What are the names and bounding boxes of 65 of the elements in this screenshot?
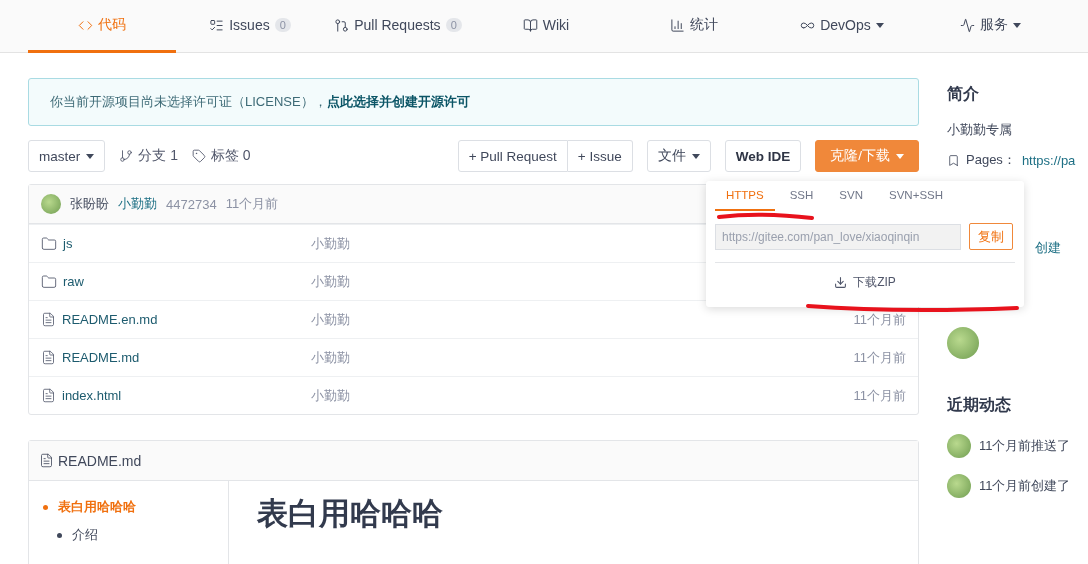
caret-icon — [896, 153, 904, 159]
download-icon — [834, 276, 848, 289]
sidebar-title: 简介 — [947, 84, 980, 104]
file-icon — [41, 350, 56, 365]
branch-count[interactable]: 分支 1 — [138, 147, 178, 165]
caret-icon — [86, 153, 95, 159]
branch-dropdown[interactable]: master — [28, 140, 106, 172]
new-pull-request-button[interactable]: + Pull Request — [457, 140, 568, 172]
create-link[interactable]: 创建 — [1035, 240, 1061, 255]
nav-tab[interactable]: DevOps — [768, 0, 916, 53]
list-icon — [209, 17, 225, 33]
license-notice: 你当前开源项目尚未选择许可证（LICENSE），点此选择并创建开源许可 — [28, 78, 919, 126]
caret-icon — [691, 153, 700, 159]
nav-tab[interactable]: 服务 — [916, 0, 1064, 53]
file-name[interactable]: index.html — [62, 388, 122, 403]
file-icon — [41, 388, 56, 403]
pulse-icon — [959, 17, 975, 33]
download-zip-button[interactable]: 下载ZIP — [715, 262, 1015, 302]
avatar — [947, 434, 971, 458]
nav-tab[interactable]: Issues 0 — [176, 0, 324, 53]
pages-label: Pages： — [966, 151, 1016, 169]
commit-time: 11个月前 — [853, 386, 906, 405]
file-name[interactable]: js — [63, 236, 73, 251]
description: 小勤勤专属 — [947, 121, 1013, 139]
readme-heading: 表白用哈哈哈 — [256, 495, 444, 533]
avatar — [947, 327, 979, 359]
license-link[interactable]: 点此选择并创建开源许可 — [326, 93, 470, 111]
activity-text: 11个月前创建了 — [979, 477, 1071, 495]
activity-title: 近期动态 — [947, 395, 1012, 415]
count-badge: 0 — [445, 18, 462, 32]
bookmark-icon — [947, 153, 960, 167]
protocol-tab[interactable]: SVN+SSH — [878, 181, 955, 211]
merge-icon — [334, 17, 350, 33]
folder-icon — [41, 235, 57, 252]
bar-chart-icon — [670, 17, 685, 33]
avatar — [947, 474, 971, 498]
file-menu-button[interactable]: 文件 — [646, 140, 711, 172]
readme-title: README.md — [58, 452, 142, 469]
folder-icon — [41, 273, 57, 290]
file-name[interactable]: raw — [63, 274, 84, 289]
tag-count[interactable]: 标签 0 — [210, 147, 251, 165]
web-ide-button[interactable]: Web IDE — [724, 140, 802, 172]
commit-time: 11个月前 — [225, 195, 279, 213]
branch-icon — [119, 149, 134, 163]
toc-item[interactable]: 介绍 — [57, 521, 228, 549]
new-issue-button[interactable]: + Issue — [567, 140, 633, 172]
commit-message[interactable]: 小勤勤 — [118, 195, 157, 213]
tag-icon — [191, 149, 206, 163]
book-icon — [522, 17, 538, 33]
protocol-tab[interactable]: SSH — [778, 181, 825, 211]
file-name[interactable]: README.en.md — [62, 312, 158, 327]
activity-text: 11个月前推送了 — [979, 437, 1071, 455]
file-icon — [41, 312, 56, 327]
file-icon — [39, 453, 54, 468]
file-name[interactable]: README.md — [62, 350, 140, 365]
protocol-tab[interactable]: SVN — [828, 181, 874, 211]
commit-author: 张盼盼 — [70, 195, 109, 213]
pages-link[interactable]: https://pa — [1021, 152, 1076, 168]
commit-time: 11个月前 — [853, 348, 906, 367]
nav-tab[interactable]: Pull Requests 0 — [324, 0, 472, 53]
avatar — [41, 194, 61, 214]
nav-tab[interactable]: Wiki — [472, 0, 620, 53]
count-badge: 0 — [274, 18, 291, 32]
nav-tab[interactable]: 统计 — [620, 0, 768, 53]
commit-time: 11个月前 — [853, 310, 906, 329]
